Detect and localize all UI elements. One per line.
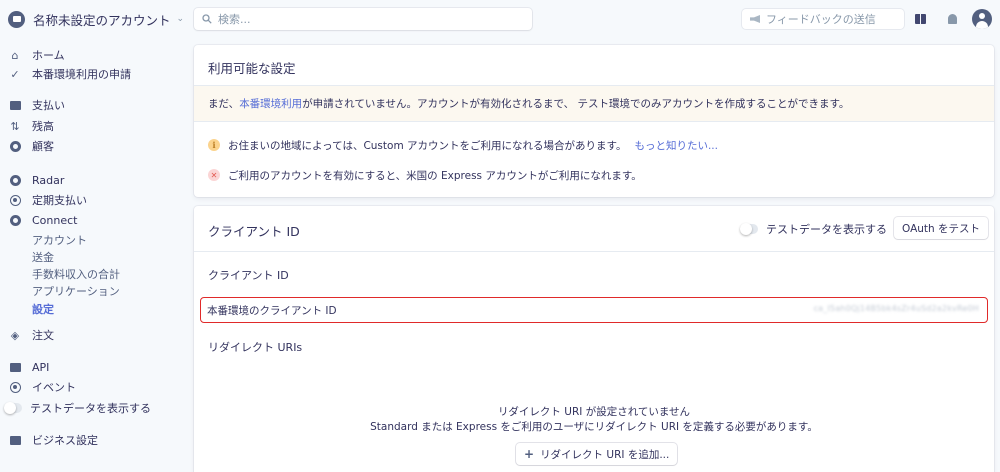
balance-icon: ⇅ — [10, 119, 20, 133]
user-icon[interactable] — [972, 9, 992, 29]
sidebar-item-label: 本番環境利用の申請 — [32, 68, 131, 81]
sidebar-subitem-accounts[interactable]: アカウント — [32, 232, 87, 248]
activate-link[interactable]: 本番環境利用 — [239, 96, 302, 111]
empty-state-title: リダイレクト URI が設定されていません — [497, 406, 691, 418]
sidebar-item-label: 支払い — [32, 99, 65, 112]
sidebar-item-label: 顧客 — [32, 140, 54, 153]
sidebar-item-orders[interactable]: ◈ 注文 — [8, 326, 54, 344]
sidebar-subitem-transfers[interactable]: 送金 — [32, 249, 54, 265]
sidebar-item-label: 残高 — [32, 120, 54, 133]
feedback-button[interactable]: フィードバックの送信 — [742, 9, 904, 29]
bell-icon[interactable] — [944, 11, 960, 27]
empty-state-description: Standard または Express をご利用のユーザにリダイレクト URI… — [370, 421, 818, 433]
divider — [194, 251, 994, 252]
account-name: 名称未設定のアカウント — [33, 12, 171, 28]
learn-more-link[interactable]: もっと知りたい... — [634, 138, 718, 153]
sidebar-item-events[interactable]: イベント — [8, 378, 76, 396]
orders-icon: ◈ — [10, 328, 20, 342]
account-icon — [8, 10, 25, 28]
book-icon[interactable] — [912, 11, 928, 27]
client-id-heading: クライアント ID — [208, 269, 289, 282]
search-input[interactable] — [218, 12, 518, 26]
sidebar-item-label: 注文 — [32, 329, 54, 342]
show-test-data-toggle[interactable]: テストデータを表示する — [740, 221, 887, 237]
notice-text: お住まいの地域によっては、Custom アカウントをご利用になれる場合があります… — [228, 139, 627, 152]
payments-icon — [8, 98, 22, 112]
sidebar-item-label: Connect — [32, 213, 78, 227]
activation-warning-banner: まだ、 本番環境利用 が申請されていません。アカウントが有効化されるまで、 テス… — [194, 85, 994, 122]
events-icon — [8, 380, 22, 394]
sidebar-item-customers[interactable]: 顧客 — [8, 137, 54, 155]
checkmark-icon: ✓ — [10, 67, 20, 81]
toggle-switch[interactable] — [4, 401, 22, 415]
live-client-id-value: ca_I5ah0Qj14B5bk4sZr4uSd2a2kvRe0H — [813, 304, 979, 313]
custom-accounts-notice: i お住まいの地域によっては、Custom アカウントをご利用になれる場合があり… — [208, 137, 718, 153]
business-icon — [8, 433, 22, 447]
search-icon — [202, 14, 212, 24]
customers-icon — [8, 139, 22, 153]
client-id-card: クライアント ID テストデータを表示する OAuth をテスト クライアント … — [194, 206, 994, 472]
error-icon: ✕ — [208, 169, 220, 181]
terminal-icon — [8, 360, 22, 374]
sidebar-item-subscriptions[interactable]: 定期支払い — [8, 191, 87, 209]
notice-text: ご利用のアカウントを有効にすると、米国の Express アカウントがご利用にな… — [228, 169, 642, 182]
search-box[interactable] — [194, 8, 532, 30]
chevron-down-icon: ⌄ — [176, 14, 185, 24]
redirect-uris-heading: リダイレクト URIs — [208, 341, 303, 354]
card-title: クライアント ID — [208, 224, 300, 239]
top-bar: 名称未設定のアカウント ⌄ フィードバックの送信 — [0, 0, 1000, 38]
express-accounts-notice: ✕ ご利用のアカウントを有効にすると、米国の Express アカウントがご利用… — [208, 167, 642, 183]
sidebar-item-api[interactable]: API — [8, 358, 49, 376]
available-settings-card: 利用可能な設定 まだ、 本番環境利用 が申請されていません。アカウントが有効化さ… — [194, 45, 994, 197]
sidebar-item-connect[interactable]: Connect — [8, 211, 77, 229]
account-switcher[interactable]: 名称未設定のアカウント ⌄ — [8, 9, 184, 29]
sidebar-item-label: ホーム — [32, 49, 65, 62]
sidebar-item-radar[interactable]: Radar — [8, 171, 64, 189]
sidebar-item-label: 定期支払い — [32, 194, 87, 207]
subscriptions-icon — [8, 193, 22, 207]
feedback-label: フィードバックの送信 — [766, 13, 876, 26]
connect-icon — [8, 213, 22, 227]
sidebar-subitem-settings[interactable]: 設定 — [32, 301, 54, 317]
sidebar-subitem-applications[interactable]: アプリケーション — [32, 283, 120, 299]
toggle-switch[interactable] — [740, 223, 758, 235]
sidebar-toggle-test-data[interactable]: テストデータを表示する — [4, 399, 151, 417]
home-icon: ⌂ — [11, 48, 19, 62]
info-icon: i — [208, 139, 220, 151]
plus-icon: + — [524, 447, 535, 461]
sidebar-item-label: テストデータを表示する — [30, 402, 151, 415]
live-client-id-row: 本番環境のクライアント ID ca_I5ah0Qj14B5bk4sZr4uSd2… — [200, 297, 988, 323]
sidebar-item-payments[interactable]: 支払い — [8, 96, 65, 114]
sidebar-item-label: Radar — [32, 173, 65, 187]
button-label: リダイレクト URI を追加... — [540, 448, 670, 461]
sidebar-item-balance[interactable]: ⇅ 残高 — [8, 117, 54, 135]
megaphone-icon — [750, 15, 760, 23]
sidebar-item-home[interactable]: ⌂ ホーム — [8, 46, 65, 64]
toggle-label: テストデータを表示する — [766, 223, 887, 236]
banner-text-suffix: が申請されていません。アカウントが有効化されるまで、 テスト環境でのみアカウント… — [302, 98, 850, 110]
test-oauth-button[interactable]: OAuth をテスト — [894, 217, 989, 239]
sidebar-item-label: API — [32, 360, 50, 374]
sidebar-item-label: イベント — [32, 381, 76, 394]
sidebar-item-activate[interactable]: ✓ 本番環境利用の申請 — [8, 65, 131, 83]
radar-icon — [8, 173, 22, 187]
add-redirect-uri-button[interactable]: + リダイレクト URI を追加... — [516, 443, 678, 465]
live-client-id-label: 本番環境のクライアント ID — [207, 304, 337, 317]
sidebar-item-business-settings[interactable]: ビジネス設定 — [8, 431, 98, 449]
card-title: 利用可能な設定 — [208, 61, 296, 76]
sidebar-subitem-fees[interactable]: 手数料収入の合計 — [32, 266, 120, 282]
sidebar-item-label: ビジネス設定 — [32, 434, 98, 447]
banner-text-prefix: まだ、 — [208, 98, 240, 110]
